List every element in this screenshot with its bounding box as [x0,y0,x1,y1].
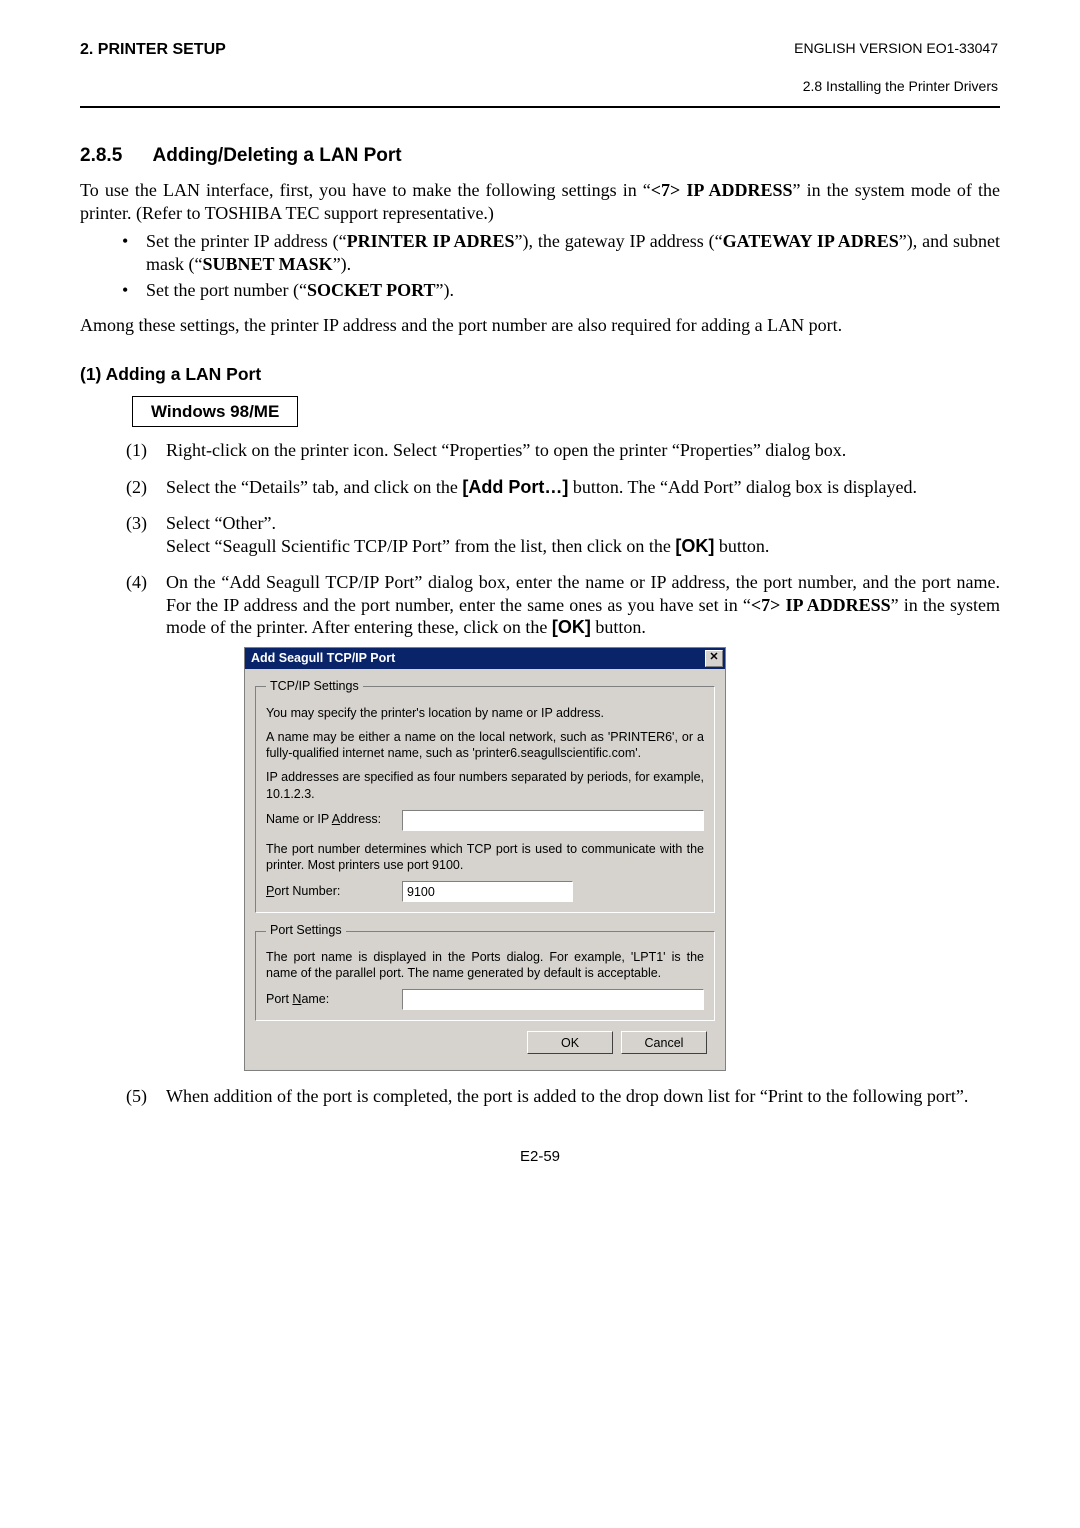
version-code: ENGLISH VERSION EO1-33047 [794,40,1000,58]
port-number-label: Port Number: [266,884,402,900]
group-tcpip-legend: TCP/IP Settings [266,679,363,695]
header-rule [80,106,1000,108]
chapter-title: 2. PRINTER SETUP [80,40,794,60]
g1-text-3: IP addresses are specified as four numbe… [266,769,704,802]
bullet-port: Set the port number (“SOCKET PORT”). [122,279,1000,302]
g1-text-4: The port number determines which TCP por… [266,841,704,874]
name-address-label: Name or IP Address: [266,812,402,828]
cancel-button[interactable]: Cancel [621,1031,707,1054]
port-name-label: Port Name: [266,992,402,1008]
section-breadcrumb: 2.8 Installing the Printer Drivers [80,78,1000,96]
bullet-ip: Set the printer IP address (“PRINTER IP … [122,230,1000,275]
dialog-add-port: Add Seagull TCP/IP Port ✕ TCP/IP Setting… [244,647,726,1072]
ok-button[interactable]: OK [527,1031,613,1054]
step-3: Select “Other”.Select “Seagull Scientifi… [126,512,1000,557]
step-5: When addition of the port is completed, … [126,1085,1000,1108]
dialog-title: Add Seagull TCP/IP Port [251,651,705,667]
intro-paragraph: To use the LAN interface, first, you hav… [80,179,1000,224]
g2-text-1: The port name is displayed in the Ports … [266,949,704,982]
port-number-input[interactable] [402,881,573,902]
page-number: E2-59 [80,1148,1000,1167]
step-4: On the “Add Seagull TCP/IP Port” dialog … [126,571,1000,1071]
os-box: Windows 98/ME [132,396,298,427]
intro-paragraph-2: Among these settings, the printer IP add… [80,314,1000,337]
group-port-settings: Port Settings The port name is displayed… [255,923,715,1021]
step-2: Select the “Details” tab, and click on t… [126,476,1000,499]
section-number: 2.8.5 [80,144,148,168]
g1-text-2: A name may be either a name on the local… [266,729,704,762]
group-port-legend: Port Settings [266,923,346,939]
g1-text-1: You may specify the printer's location b… [266,705,704,721]
group-tcpip: TCP/IP Settings You may specify the prin… [255,679,715,913]
name-address-input[interactable] [402,810,704,831]
step-1: Right-click on the printer icon. Select … [126,439,1000,462]
close-icon[interactable]: ✕ [705,650,723,667]
subsection-adding: (1) Adding a LAN Port [80,364,1000,386]
port-name-input[interactable] [402,989,704,1010]
section-title: Adding/Deleting a LAN Port [153,145,402,166]
